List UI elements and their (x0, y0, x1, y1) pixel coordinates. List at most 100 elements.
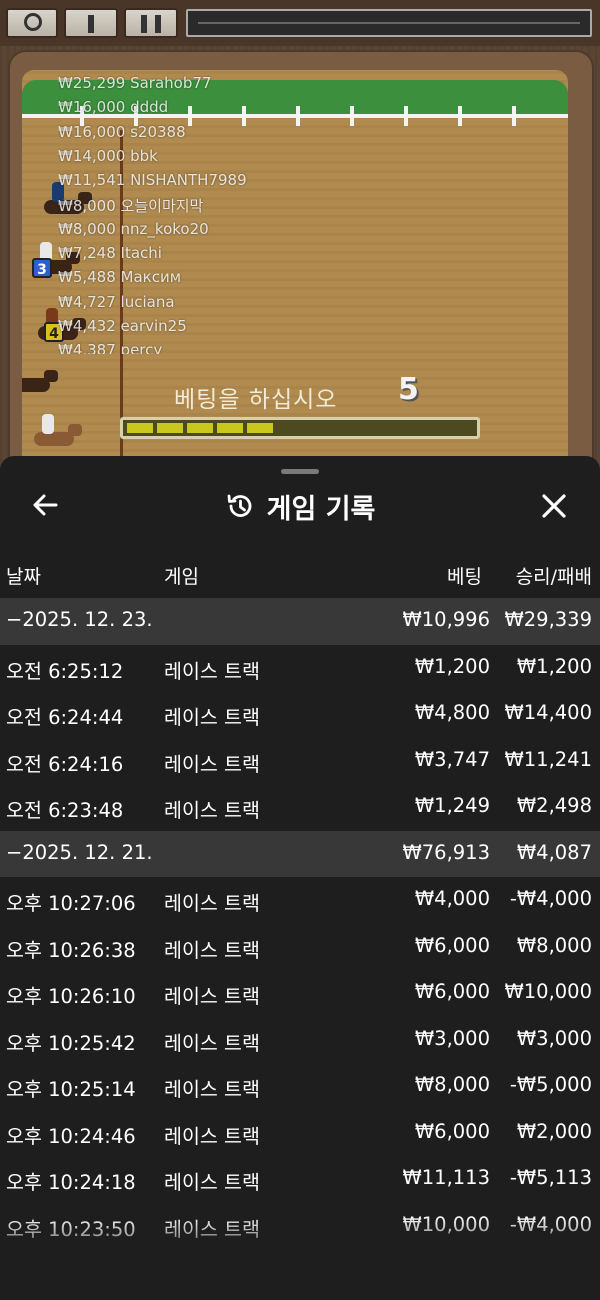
row-date: 오전 6:23:48 (6, 799, 124, 822)
history-row: 오후 10:25:14 레이스 트랙 ₩8,000 -₩5,000 (0, 1063, 600, 1110)
column-header-win-loss: 승리/패배 (515, 566, 592, 588)
leaderboard-entry: ₩7,248 Itachi (58, 244, 162, 263)
row-game: 레이스 트랙 (164, 892, 260, 915)
row-game: 레이스 트랙 (164, 752, 260, 776)
game-history-sheet: 게임 기록 날짜 게임 베팅 승리/패배 −2025. 12. 23. ₩10,9… (0, 456, 600, 1300)
history-row: 오후 10:27:06 레이스 트랙 ₩4,000 -₩4,000 (0, 877, 600, 924)
history-row: 오후 10:24:46 레이스 트랙 ₩6,000 ₩2,000 (0, 1110, 600, 1157)
history-row: 오전 6:24:44 레이스 트랙 ₩4,800 ₩14,400 (0, 691, 600, 738)
circle-icon (24, 13, 42, 31)
leaderboard-entry: ₩4,387 percy (58, 341, 163, 354)
row-game: 레이스 트랙 (164, 1124, 260, 1148)
row-game: 레이스 트랙 (164, 1217, 260, 1241)
record-button[interactable] (6, 8, 58, 38)
row-date: 오전 6:24:16 (6, 752, 124, 776)
row-date: 오전 6:25:12 (6, 659, 124, 683)
leaderboard-entry: ₩8,000 오늘이마지막 (58, 197, 204, 216)
row-game: 레이스 트랙 (164, 1078, 260, 1101)
leaderboard-entry: ₩11,541 NISHANTH7989 (58, 171, 247, 190)
row-game: 레이스 트랙 (164, 985, 260, 1008)
race-progress-bar (186, 9, 592, 37)
row-win-loss: ₩11,241 (504, 747, 592, 771)
bet-timer-bar (120, 417, 480, 439)
leaderboard-entry: ₩8,000 nnz_koko20 (58, 219, 209, 238)
row-win-loss: ₩3,000 (516, 1026, 592, 1050)
single-bar-icon (88, 15, 94, 33)
row-date: 오후 10:26:10 (6, 985, 136, 1008)
horse-sprite (24, 414, 84, 454)
history-row: 오전 6:24:16 레이스 트랙 ₩3,747 ₩11,241 (0, 738, 600, 785)
horse-sprite (22, 366, 60, 400)
history-table-header: 날짜 게임 베팅 승리/패배 (0, 558, 600, 594)
timer-segment (217, 423, 243, 433)
race-game-view: 3 4 ₩25,299 Sarahob77 ₩16,000 dddd ₩16,0… (0, 0, 600, 470)
leaderboard-entry: ₩16,000 s20388 (58, 122, 186, 141)
row-bet: ₩1,200 (414, 654, 490, 678)
timer-segment (187, 423, 213, 433)
timer-segment (127, 423, 153, 433)
row-win-loss: -₩5,000 (509, 1073, 592, 1096)
page-title: 게임 기록 (266, 493, 376, 525)
close-icon (542, 494, 566, 518)
row-win-loss: ₩1,200 (516, 654, 592, 678)
row-bet: ₩6,000 (414, 980, 490, 1003)
speed-2-button[interactable] (124, 8, 178, 38)
bet-countdown: 5 (398, 372, 419, 407)
row-game: 레이스 트랙 (164, 1031, 260, 1055)
row-bet: ₩6,000 (414, 933, 490, 957)
row-game: 레이스 트랙 (164, 799, 260, 822)
column-header-game: 게임 (164, 566, 199, 588)
bet-timer-fill (127, 423, 273, 433)
row-game: 레이스 트랙 (164, 659, 260, 683)
history-row: 오후 10:26:38 레이스 트랙 ₩6,000 ₩8,000 (0, 924, 600, 971)
row-date: 오후 10:25:42 (6, 1031, 136, 1055)
row-bet: ₩3,747 (414, 747, 490, 771)
row-game: 레이스 트랙 (164, 938, 260, 962)
leaderboard-entry: ₩16,000 dddd (58, 98, 169, 117)
row-date: 오전 6:24:44 (6, 706, 124, 729)
timer-segment (247, 423, 273, 433)
row-win-loss: -₩4,000 (509, 1212, 592, 1236)
game-toolbar (0, 0, 600, 46)
row-win-loss: ₩2,000 (516, 1119, 592, 1143)
column-header-bet: 베팅 (447, 566, 482, 588)
row-bet: ₩8,000 (414, 1073, 490, 1096)
history-row: 오후 10:23:50 레이스 트랙 ₩10,000 -₩4,000 (0, 1203, 600, 1250)
row-bet: ₩1,249 (414, 794, 490, 817)
leaderboard-entry: ₩4,727 luciana (58, 292, 175, 311)
row-win-loss: ₩2,498 (516, 794, 592, 817)
sheet-header: 게임 기록 (0, 484, 600, 528)
column-header-date: 날짜 (6, 566, 41, 588)
row-win-loss: ₩29,339 (504, 608, 592, 631)
row-game: 레이스 트랙 (164, 706, 260, 729)
leaderboard-entry: ₩25,299 Sarahob77 (58, 74, 212, 92)
speed-1-button[interactable] (64, 8, 118, 38)
row-date: 오후 10:25:14 (6, 1078, 136, 1101)
date-group-row[interactable]: −2025. 12. 21. ₩76,913 ₩4,087 (0, 830, 600, 877)
row-bet: ₩10,000 (402, 1212, 490, 1236)
row-bet: ₩11,113 (402, 1166, 490, 1189)
history-row: 오전 6:23:48 레이스 트랙 ₩1,249 ₩2,498 (0, 784, 600, 831)
row-bet: ₩10,996 (402, 608, 490, 631)
leaderboard-entry: ₩14,000 bbk (58, 146, 158, 165)
timer-segment (157, 423, 183, 433)
leaderboard-entry: ₩5,488 Максим (58, 268, 182, 287)
sheet-drag-handle[interactable] (281, 469, 319, 474)
history-row: 오후 10:24:18 레이스 트랙 ₩11,113 -₩5,113 (0, 1156, 600, 1203)
history-clock-icon (227, 494, 251, 517)
row-win-loss: ₩14,400 (504, 701, 592, 724)
horse-number-badge: 3 (32, 258, 52, 278)
row-bet: ₩6,000 (414, 1119, 490, 1143)
bet-prompt: 베팅을 하십시오 (174, 387, 338, 413)
row-date: −2025. 12. 21. (6, 840, 153, 864)
close-button[interactable] (536, 488, 572, 524)
leaderboard-entry: ₩4,432 earvin25 (58, 316, 187, 335)
history-row: 오후 10:25:42 레이스 트랙 ₩3,000 ₩3,000 (0, 1017, 600, 1064)
row-bet: ₩3,000 (414, 1026, 490, 1050)
row-date: 오후 10:24:18 (6, 1171, 136, 1194)
row-date: 오후 10:23:50 (6, 1217, 136, 1241)
history-row: 오전 6:25:12 레이스 트랙 ₩1,200 ₩1,200 (0, 645, 600, 692)
date-group-row[interactable]: −2025. 12. 23. ₩10,996 ₩29,339 (0, 598, 600, 645)
row-win-loss: ₩8,000 (516, 933, 592, 957)
row-win-loss: ₩4,087 (516, 840, 592, 864)
